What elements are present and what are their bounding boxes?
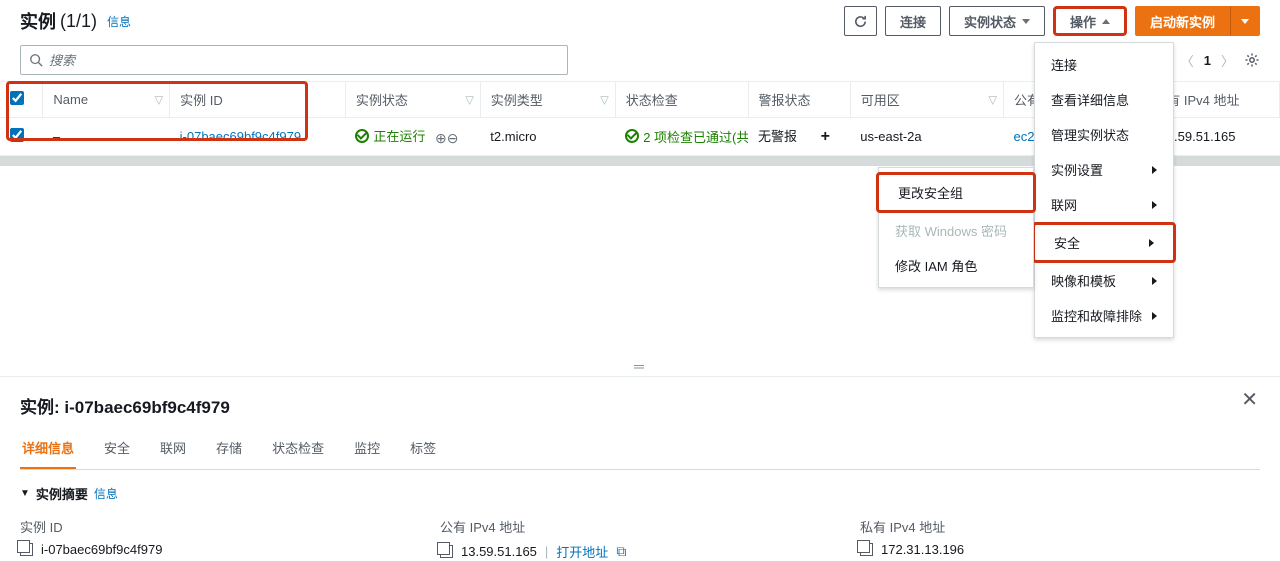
- public-ip-label: 公有 IPv4 地址: [440, 517, 840, 536]
- tab-storage[interactable]: 存储: [214, 430, 244, 469]
- col-instance-id[interactable]: 实例 ID: [170, 82, 346, 118]
- add-alarm-button[interactable]: +: [821, 128, 830, 145]
- filter-icon[interactable]: ▽: [465, 93, 473, 106]
- filter-icon[interactable]: ▽: [600, 93, 608, 106]
- tab-tags[interactable]: 标签: [408, 430, 438, 469]
- external-link-icon[interactable]: ⧉: [616, 543, 626, 560]
- col-type[interactable]: 实例类型▽: [480, 82, 615, 118]
- chevron-down-icon: [1241, 19, 1249, 24]
- menu-monitor[interactable]: 监控和故障排除: [1035, 298, 1173, 333]
- chevron-right-icon: [1152, 166, 1157, 174]
- expand-summary-toggle[interactable]: ▼: [20, 488, 30, 499]
- col-state[interactable]: 实例状态▽: [345, 82, 480, 118]
- pager-next[interactable]: 〉: [1221, 51, 1234, 70]
- menu-security[interactable]: 安全: [1032, 222, 1176, 263]
- cell-alarm: 无警报 +: [748, 118, 850, 156]
- chevron-right-icon: [1149, 239, 1154, 247]
- running-icon: [355, 129, 369, 143]
- info-link[interactable]: 信息: [107, 13, 131, 30]
- instance-count: (1/1): [60, 11, 97, 32]
- cell-az: us-east-2a: [850, 118, 1003, 156]
- actions-label: 操作: [1070, 12, 1096, 31]
- refresh-button[interactable]: [844, 6, 877, 36]
- page-title: 实例: [20, 8, 56, 34]
- search-input-wrapper[interactable]: [20, 45, 568, 75]
- close-detail-button[interactable]: ✕: [1241, 387, 1258, 412]
- actions-menu: 连接 查看详细信息 管理实例状态 实例设置 联网 安全 映像和模板 监控和故障排…: [1034, 42, 1174, 338]
- col-status-check[interactable]: 状态检查: [615, 82, 748, 118]
- pager-prev[interactable]: 〈: [1181, 51, 1194, 70]
- cell-state: 正在运行 ⊕⊖: [345, 118, 480, 156]
- cell-name: –: [43, 118, 170, 156]
- chevron-up-icon: [1102, 19, 1110, 24]
- col-alarm[interactable]: 警报状态: [748, 82, 850, 118]
- cell-ipv4: 3.59.51.165: [1157, 118, 1280, 156]
- pager-page: 1: [1204, 53, 1211, 68]
- menu-image-template[interactable]: 映像和模板: [1035, 263, 1173, 298]
- summary-info-link[interactable]: 信息: [94, 485, 118, 502]
- menu-instance-settings[interactable]: 实例设置: [1035, 152, 1173, 187]
- col-ipv4[interactable]: 有 IPv4 地址: [1157, 82, 1280, 118]
- menu-connect[interactable]: 连接: [1035, 47, 1173, 82]
- submenu-get-win-pwd: 获取 Windows 密码: [879, 213, 1033, 248]
- chevron-right-icon: [1152, 277, 1157, 285]
- col-az[interactable]: 可用区▽: [850, 82, 1003, 118]
- tab-monitoring[interactable]: 监控: [352, 430, 382, 469]
- field-public-ip: 公有 IPv4 地址 13.59.51.165 | 打开地址 ⧉: [440, 517, 840, 561]
- instance-state-button[interactable]: 实例状态: [949, 6, 1045, 36]
- field-private-ip: 私有 IPv4 地址 172.31.13.196: [860, 517, 1260, 561]
- copy-icon[interactable]: [20, 543, 33, 556]
- security-submenu: 更改安全组 获取 Windows 密码 修改 IAM 角色: [878, 167, 1034, 288]
- private-ip-value: 172.31.13.196: [881, 542, 964, 557]
- filter-icon[interactable]: ▽: [155, 93, 163, 106]
- search-icon: [29, 53, 43, 67]
- launch-instance-button[interactable]: 启动新实例: [1135, 6, 1230, 36]
- cell-type: t2.micro: [480, 118, 615, 156]
- cell-instance-id[interactable]: i-07baec69bf9c4f979: [170, 118, 346, 156]
- copy-icon[interactable]: [440, 545, 453, 558]
- actions-button[interactable]: 操作: [1053, 6, 1127, 36]
- search-input[interactable]: [49, 53, 559, 68]
- passed-icon: [625, 129, 639, 143]
- select-all-checkbox[interactable]: [10, 91, 24, 105]
- settings-gear-button[interactable]: [1244, 52, 1260, 68]
- zoom-icons[interactable]: ⊕⊖: [435, 130, 458, 147]
- filter-icon[interactable]: ▽: [989, 93, 997, 106]
- col-name[interactable]: Name▽: [43, 82, 170, 118]
- connect-button[interactable]: 连接: [885, 6, 941, 36]
- instance-id-label: 实例 ID: [20, 517, 420, 536]
- menu-view-details[interactable]: 查看详细信息: [1035, 82, 1173, 117]
- copy-icon[interactable]: [860, 543, 873, 556]
- cell-status-check: 2 项检查已通过(共: [615, 118, 748, 156]
- chevron-right-icon: [1152, 201, 1157, 209]
- open-address-link[interactable]: 打开地址: [556, 542, 608, 561]
- tab-details[interactable]: 详细信息: [20, 430, 76, 469]
- launch-instance-split-button[interactable]: [1230, 6, 1260, 36]
- submenu-change-sg[interactable]: 更改安全组: [876, 172, 1036, 213]
- chevron-right-icon: [1152, 312, 1157, 320]
- private-ip-label: 私有 IPv4 地址: [860, 517, 1260, 536]
- refresh-icon: [853, 14, 868, 29]
- tab-networking[interactable]: 联网: [158, 430, 188, 469]
- tab-security[interactable]: 安全: [102, 430, 132, 469]
- instance-id-value: i-07baec69bf9c4f979: [41, 542, 162, 557]
- submenu-modify-iam[interactable]: 修改 IAM 角色: [879, 248, 1033, 283]
- panel-drag-handle[interactable]: ═: [0, 356, 1280, 376]
- col-check[interactable]: [0, 82, 43, 118]
- chevron-down-icon: [1022, 19, 1030, 24]
- tab-status[interactable]: 状态检查: [270, 430, 326, 469]
- row-checkbox[interactable]: [10, 128, 24, 142]
- field-instance-id: 实例 ID i-07baec69bf9c4f979: [20, 517, 420, 561]
- summary-title: 实例摘要: [36, 484, 88, 503]
- menu-networking[interactable]: 联网: [1035, 187, 1173, 222]
- instance-state-label: 实例状态: [964, 12, 1016, 31]
- detail-title: 实例: i-07baec69bf9c4f979: [20, 393, 1260, 418]
- menu-manage-state[interactable]: 管理实例状态: [1035, 117, 1173, 152]
- gear-icon: [1244, 52, 1260, 68]
